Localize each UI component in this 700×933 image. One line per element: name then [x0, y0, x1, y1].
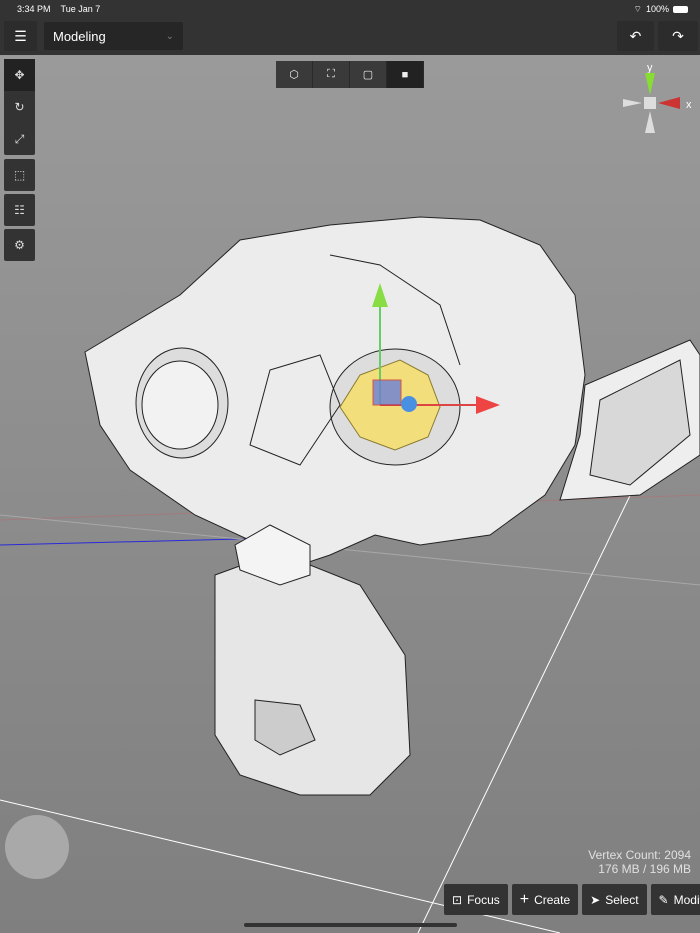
gear-icon: ⚙ [14, 238, 25, 252]
focus-label: Focus [467, 892, 500, 907]
pencil-icon: ✎ [658, 892, 669, 907]
select-button[interactable]: ➤ Select [582, 884, 647, 915]
scale-tool[interactable]: ⤢ [4, 123, 35, 155]
face-icon: ■ [401, 68, 409, 81]
rotate-icon: ↻ [14, 100, 25, 114]
hierarchy-tool[interactable]: ☷ [4, 194, 35, 226]
focus-button[interactable]: ⊡ Focus [444, 884, 508, 915]
status-bar: 3:34 PM Tue Jan 7 ⌔ 100% [0, 0, 700, 18]
battery-icon [673, 5, 688, 13]
move-tool[interactable]: ✥ [4, 59, 35, 91]
edge-icon: ▢ [362, 69, 374, 81]
status-date: Tue Jan 7 [60, 4, 101, 14]
scene [0, 216, 700, 933]
face-mode-button[interactable]: ■ [387, 61, 424, 88]
scene-info: Vertex Count: 2094 176 MB / 196 MB [588, 848, 691, 876]
modify-label: Modify [673, 892, 700, 907]
axis-y-label: y [647, 62, 653, 74]
camera-joystick[interactable] [5, 815, 69, 879]
home-indicator[interactable] [244, 923, 457, 927]
gizmo-z-handle [401, 396, 417, 412]
object-mode-button[interactable]: ⬡ [276, 61, 313, 88]
focus-icon: ⊡ [452, 892, 463, 907]
redo-button[interactable]: ↷ [658, 21, 698, 51]
axis-gizmo[interactable]: y x [620, 61, 700, 141]
select-mode-bar: ⬡ ⛶ ▢ ■ [276, 61, 424, 88]
memory-usage: 176 MB / 196 MB [598, 862, 691, 876]
box-select-icon: ⬚ [13, 168, 26, 182]
cube-icon: ⬡ [289, 69, 299, 81]
menu-button[interactable]: ☰ [4, 21, 37, 51]
modify-button[interactable]: ✎ Modify [650, 884, 700, 915]
transform-tools: ✥ ↻ ⤢ [4, 59, 35, 155]
box-select-tool[interactable]: ⬚ [4, 159, 35, 191]
status-time: 3:34 PM [17, 4, 51, 14]
scale-icon: ⤢ [14, 131, 25, 146]
redo-icon: ↷ [672, 27, 684, 44]
edge-mode-button[interactable]: ▢ [350, 61, 387, 88]
chevron-down-icon: ⌄ [165, 30, 174, 42]
cursor-icon: ➤ [590, 892, 601, 907]
undo-icon: ↶ [629, 27, 642, 44]
top-bar: ☰ Modeling ⌄ ↶ ↷ [0, 18, 700, 55]
plus-icon: + [519, 890, 530, 908]
wifi-icon: ⌔ [633, 3, 642, 14]
settings-tool[interactable]: ⚙ [4, 229, 35, 261]
create-label: Create [534, 892, 571, 907]
create-button[interactable]: + Create [511, 884, 579, 915]
select-label: Select [605, 892, 639, 907]
vertex-count: Vertex Count: 2094 [588, 848, 691, 862]
hamburger-icon: ☰ [14, 27, 27, 44]
vertex-icon: ⛶ [327, 68, 335, 80]
move-icon: ✥ [14, 68, 25, 82]
undo-button[interactable]: ↶ [617, 21, 654, 51]
hierarchy-icon: ☷ [14, 203, 25, 217]
3d-viewport[interactable]: ✥ ↻ ⤢ ⬚ ☷ ⚙ ⬡ ⛶ ▢ ■ y x Vertex Count: 20… [0, 55, 700, 933]
mode-dropdown[interactable]: Modeling ⌄ [44, 22, 183, 50]
vertex-mode-button[interactable]: ⛶ [313, 61, 350, 88]
rotate-tool[interactable]: ↻ [4, 91, 35, 123]
monkey-mesh[interactable] [84, 216, 700, 796]
mode-label: Modeling [53, 28, 106, 44]
battery-percent: 100% [645, 4, 669, 14]
axis-x-label: x [686, 99, 692, 111]
action-bar: ⊡ Focus + Create ➤ Select ✎ Modify [444, 884, 700, 915]
